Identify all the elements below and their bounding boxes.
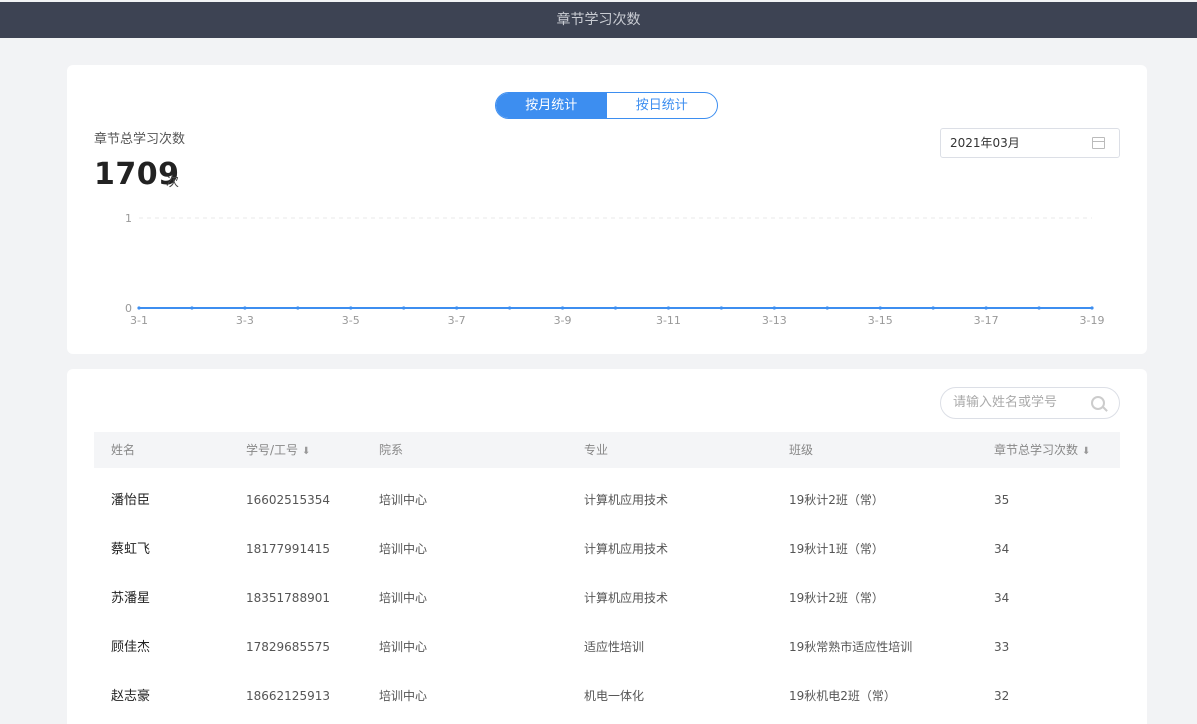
x-tick-label: 3-5 — [342, 314, 360, 327]
search-input[interactable] — [953, 395, 1083, 410]
cell-count: 35 — [994, 493, 1010, 507]
table-header: 姓名 学号/工号 ⬇ 院系 专业 班级 章节总学习次数 ⬇ — [94, 432, 1120, 468]
page-header: 章节学习次数 — [0, 2, 1197, 38]
data-point[interactable] — [455, 306, 459, 310]
cell-major: 机电一体化 — [584, 689, 645, 703]
data-point[interactable] — [878, 306, 882, 310]
cell-count: 34 — [994, 542, 1010, 556]
x-tick-label: 3-3 — [236, 314, 254, 327]
cell-major: 适应性培训 — [584, 640, 645, 654]
y-tick-label: 1 — [125, 212, 132, 225]
x-tick-label: 3-11 — [656, 314, 681, 327]
table-row[interactable]: 潘怡臣 16602515354 培训中心 计算机应用技术 19秋计2班（常） 35 — [94, 476, 1120, 525]
cell-id: 18662125913 — [246, 689, 330, 703]
cell-id: 17829685575 — [246, 640, 330, 654]
x-tick-label: 3-17 — [974, 314, 999, 327]
data-point[interactable] — [772, 306, 776, 310]
cell-major: 计算机应用技术 — [584, 591, 669, 605]
table-row[interactable]: 苏潘星 18351788901 培训中心 计算机应用技术 19秋计2班（常） 34 — [94, 574, 1120, 623]
cell-class: 19秋机电2班（常） — [789, 689, 896, 703]
cell-major: 计算机应用技术 — [584, 493, 669, 507]
x-tick-label: 3-13 — [762, 314, 787, 327]
cell-department: 培训中心 — [379, 689, 428, 703]
table-row[interactable]: 赵志豪 18662125913 培训中心 机电一体化 19秋机电2班（常） 32 — [94, 672, 1120, 721]
data-point[interactable] — [719, 306, 723, 310]
search-box — [940, 387, 1120, 419]
records-card: 姓名 学号/工号⬇ 院系 专业 班级 章节总学习次数⬇ 潘怡臣166025153… — [67, 369, 1147, 724]
x-tick-label: 3-1 — [130, 314, 148, 327]
cell-name: 赵志豪 — [111, 689, 151, 704]
x-tick-label: 3-19 — [1080, 314, 1105, 327]
data-point[interactable] — [190, 306, 194, 310]
cell-class: 19秋计2班（常） — [789, 591, 884, 605]
data-point[interactable] — [1037, 306, 1041, 310]
column-header-class: 班级 — [789, 443, 814, 457]
data-point[interactable] — [825, 306, 829, 310]
column-header-count-label: 章节总学习次数 — [994, 443, 1079, 457]
column-header-id[interactable]: 学号/工号 ⬇ — [246, 432, 310, 470]
stats-card: 按月统计 按日统计 章节总学习次数 1709 次 2021年03月 0 1 3-1 3… — [67, 65, 1147, 354]
column-header-department: 院系 — [379, 443, 404, 457]
data-point[interactable] — [1090, 306, 1094, 310]
cell-department: 培训中心 — [379, 493, 428, 507]
table-row[interactable]: 顾佳杰 17829685575 培训中心 适应性培训 19秋常熟市适应性培训 33 — [94, 623, 1120, 672]
x-tick-label: 3-7 — [448, 314, 466, 327]
data-point[interactable] — [613, 306, 618, 310]
cell-major: 计算机应用技术 — [584, 542, 669, 556]
cell-id: 16602515354 — [246, 493, 330, 507]
cell-id: 18177991415 — [246, 542, 330, 556]
cell-name: 蔡虹飞 — [111, 542, 151, 557]
cell-department: 培训中心 — [379, 640, 428, 654]
cell-id: 18351788901 — [246, 591, 330, 605]
data-point[interactable] — [243, 306, 247, 310]
column-header-id-label: 学号/工号 — [246, 443, 299, 457]
x-tick-label: 3-9 — [554, 314, 572, 327]
data-point[interactable] — [666, 306, 671, 310]
cell-department: 培训中心 — [379, 542, 428, 556]
column-header-name: 姓名 — [111, 443, 136, 457]
column-header-count[interactable]: 章节总学习次数 ⬇ — [994, 432, 1090, 470]
sort-down-icon[interactable]: ⬇ — [302, 434, 310, 470]
table-row[interactable]: 蔡虹飞 18177991415 培训中心 计算机应用技术 19秋计1班（常） 34 — [94, 525, 1120, 574]
data-point[interactable] — [560, 306, 565, 310]
sort-down-icon[interactable]: ⬇ — [1082, 434, 1090, 470]
cell-class: 19秋计1班（常） — [789, 542, 884, 556]
cell-count: 33 — [994, 640, 1010, 654]
cell-name: 顾佳杰 — [111, 640, 151, 655]
cell-department: 培训中心 — [379, 591, 428, 605]
data-point[interactable] — [984, 306, 988, 310]
data-point[interactable] — [349, 306, 353, 310]
data-point[interactable] — [137, 306, 141, 310]
learning-count-chart: 013-1 3-3 3-5 3-7 3-9 3-11 3-13 3-15 3-17 3-19 — [125, 212, 1105, 327]
cell-class: 19秋计2班（常） — [789, 493, 884, 507]
x-tick-label: 3-15 — [868, 314, 893, 327]
data-point[interactable] — [296, 306, 300, 310]
cell-name: 潘怡臣 — [111, 493, 151, 508]
cell-count: 32 — [994, 689, 1010, 703]
cell-count: 34 — [994, 591, 1010, 605]
cell-name: 苏潘星 — [111, 591, 151, 606]
data-point[interactable] — [508, 306, 512, 310]
cell-class: 19秋常熟市适应性培训 — [789, 640, 913, 654]
search-icon[interactable] — [1091, 396, 1105, 410]
column-header-major: 专业 — [584, 443, 609, 457]
data-point[interactable] — [931, 306, 935, 310]
data-point[interactable] — [402, 306, 406, 310]
